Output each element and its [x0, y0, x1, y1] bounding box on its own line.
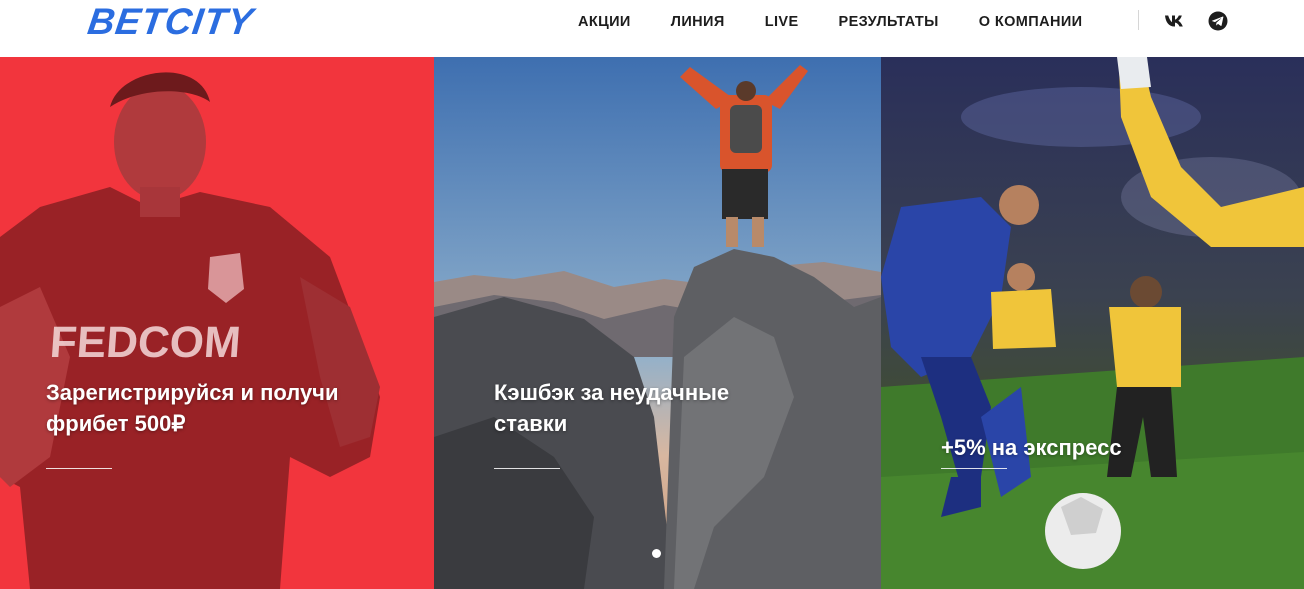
nav-item-live[interactable]: LIVE [765, 13, 799, 31]
promo-slider: FEDCOM Зарегистрируйся и получи фрибет 5… [0, 57, 1304, 589]
promo-cashback-line-1: Кэшбэк за неудачные [494, 380, 730, 405]
promo-freebet-line-1: Зарегистрируйся и получи [46, 380, 339, 405]
telegram-icon [1208, 11, 1228, 31]
promo-card-express[interactable]: +5% на экспресс [881, 57, 1304, 589]
football-match-image [881, 57, 1304, 589]
promo-express-title: +5% на экспресс [941, 432, 1122, 463]
slider-dot-active[interactable] [652, 549, 661, 558]
nav-divider [1138, 10, 1139, 30]
nav-item-line[interactable]: ЛИНИЯ [671, 13, 725, 31]
main-nav: АКЦИИ ЛИНИЯ LIVE РЕЗУЛЬТАТЫ О КОМПАНИИ [578, 13, 1122, 31]
promo-cashback-line-2: ставки [494, 411, 568, 436]
betcity-logo[interactable]: BETCITY [85, 1, 256, 42]
promo-express-underline [941, 468, 1007, 469]
vk-link[interactable] [1164, 11, 1184, 31]
svg-text:FEDCOM: FEDCOM [48, 318, 242, 367]
site-header: BETCITY АКЦИИ ЛИНИЯ LIVE РЕЗУЛЬТАТЫ О КО… [0, 0, 1304, 57]
promo-cashback-title: Кэшбэк за неудачные ставки [494, 377, 729, 439]
telegram-link[interactable] [1208, 11, 1228, 31]
promo-freebet-line-2: фрибет 500₽ [46, 411, 186, 436]
promo-card-freebet[interactable]: FEDCOM Зарегистрируйся и получи фрибет 5… [0, 57, 434, 589]
promo-cashback-underline [494, 468, 560, 469]
hiker-mountain-image [434, 57, 881, 589]
vk-icon [1165, 15, 1183, 27]
promo-freebet-title: Зарегистрируйся и получи фрибет 500₽ [46, 377, 338, 439]
promo-freebet-underline [46, 468, 112, 469]
nav-item-promotions[interactable]: АКЦИИ [578, 13, 631, 31]
promo-card-cashback[interactable]: Кэшбэк за неудачные ставки [434, 57, 881, 589]
footballer-image: FEDCOM [0, 57, 434, 589]
nav-item-about[interactable]: О КОМПАНИИ [979, 13, 1083, 31]
nav-item-results[interactable]: РЕЗУЛЬТАТЫ [839, 13, 939, 31]
promo-express-line-1: +5% на экспресс [941, 435, 1122, 460]
